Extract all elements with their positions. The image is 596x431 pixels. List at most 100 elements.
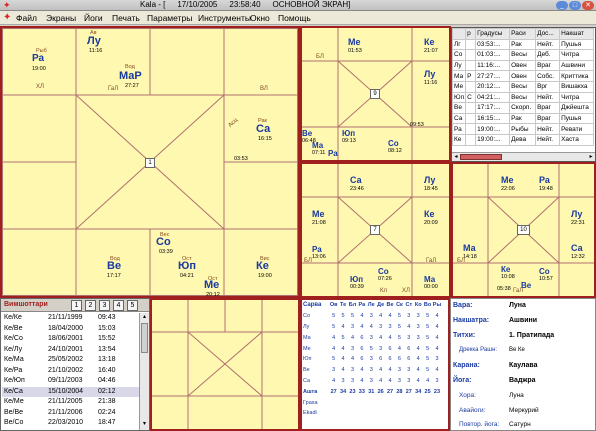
list-item[interactable]: Ке/Ра 21/10/2002 16:40 — [2, 366, 139, 377]
planet-sa[interactable]: Са — [571, 244, 583, 253]
menu-window[interactable]: Окно — [250, 13, 270, 23]
planet-so[interactable]: Со — [378, 268, 389, 276]
planet-yu[interactable]: Юп — [350, 276, 363, 284]
planet-ra[interactable]: Ра — [539, 176, 550, 185]
planet-time: 03:39 — [159, 249, 173, 255]
col-r[interactable]: р — [465, 28, 477, 40]
col-dignity[interactable]: Дос... — [535, 28, 561, 40]
planet-so[interactable]: Со — [388, 140, 399, 148]
planet-lu[interactable]: Лу — [424, 70, 435, 79]
list-item[interactable]: Ве/Со 22/03/2010 18:47 — [2, 418, 139, 429]
list-item[interactable]: Ке/Ке 21/11/1999 09:43 — [2, 313, 139, 324]
planet-me[interactable]: Ме — [501, 176, 514, 185]
vimshottari-title: Вимшоттари — [4, 301, 48, 308]
list-item[interactable]: Ке/Ма 25/05/2002 13:18 — [2, 355, 139, 366]
horizontal-scrollbar[interactable]: ◂ ▸ — [452, 152, 595, 161]
planet-me[interactable]: Ме — [312, 210, 325, 219]
navamsa-chart[interactable]: 9 Ме 01:53 Ке 21:07 Лу 11:16 Ве 06:48 Ма… — [300, 26, 451, 162]
planet-ra[interactable]: Ра — [32, 54, 44, 64]
rasi-chart-main[interactable]: 1 Рыб Ра 19:00 Ав Лу 11:16 Вод МаР 27:27… — [0, 26, 300, 298]
planet-so[interactable]: Со — [156, 237, 171, 248]
minimize-button[interactable]: _ — [556, 1, 568, 10]
list-item[interactable]: Ке/Со 18/06/2001 15:52 — [2, 334, 139, 345]
planet-co[interactable]: Со — [539, 268, 550, 276]
planet-ve[interactable]: Ве — [302, 130, 312, 138]
scroll-down-arrow[interactable]: ▾ — [140, 420, 149, 429]
planet-lu[interactable]: Лу — [571, 210, 582, 219]
planet-ma[interactable]: Ма — [463, 244, 476, 253]
scroll-thumb[interactable] — [141, 323, 148, 353]
menu-parameters[interactable]: Параметры — [147, 13, 192, 23]
menu-screens[interactable]: Экраны — [46, 13, 76, 23]
dasha-level-tab-5[interactable]: 5 — [127, 300, 138, 311]
vertical-scrollbar[interactable]: ▴ ▾ — [139, 313, 149, 430]
planet-me[interactable]: Ме — [204, 280, 219, 291]
list-item[interactable]: Ке/Юп 09/11/2003 04:46 — [2, 376, 139, 387]
list-item[interactable]: Ке/Ме 21/11/2005 21:38 — [2, 397, 139, 408]
col-rasi[interactable]: Раси — [509, 28, 537, 40]
divisional-chart-10[interactable]: 10 Ме 22:06 Ра 19:48 Лу 22:31 Ма 14:18 С… — [451, 162, 596, 298]
list-item[interactable]: Ве/Ве 21/11/2006 02:24 — [2, 408, 139, 419]
menu-help[interactable]: Помощь — [278, 13, 311, 23]
scroll-left-arrow[interactable]: ◂ — [452, 153, 460, 161]
dasha-level-tab-4[interactable]: 4 — [113, 300, 124, 311]
table-row[interactable]: Со 01:03:... Весы Деб. Читра — [452, 49, 595, 61]
planet-ke[interactable]: Ке — [501, 266, 510, 274]
close-button[interactable]: ✕ — [582, 1, 594, 10]
planet-time: 14:18 — [463, 254, 477, 260]
menu-yogas[interactable]: Йоги — [84, 13, 103, 23]
list-item[interactable]: Ке/Лу 24/10/2001 13:54 — [2, 345, 139, 356]
dasha-level-tab-1[interactable]: 1 — [71, 300, 82, 311]
divisional-chart-7[interactable]: 7 Са 23:46 Лу 18:45 Ме 21:08 Ке 20:09 Ра… — [300, 162, 451, 298]
table-row[interactable]: Лу 11:16:... Овен Враг Ашвини — [452, 59, 595, 72]
menu-bar: ✦ Файл Экраны Йоги Печать Параметры Инст… — [0, 11, 596, 25]
divisional-chart-bottom[interactable] — [150, 298, 300, 431]
planet-sa[interactable]: Са — [256, 124, 270, 135]
app-menu-icon[interactable]: ✦ — [3, 13, 12, 23]
sarva-header[interactable]: Сарва — [302, 300, 329, 311]
planet-ve[interactable]: Ве — [107, 261, 121, 272]
planet-ke[interactable]: Ке — [424, 38, 435, 47]
menu-print[interactable]: Печать — [112, 13, 140, 23]
table-row[interactable]: Ра 19:00:... Рыбы Нейт. Ревати — [452, 123, 595, 135]
table-row[interactable]: Юп С 04:21:... Весы Нейт. Читра — [452, 91, 595, 104]
col-degrees[interactable]: Градусы — [475, 28, 511, 40]
ashtakavarga-table: Сарва Ов Те Бл Ра Ле Де Ве Ск Ст Ко Во Ры Со 5 5 5 4 3 4 4… — [300, 298, 450, 431]
scroll-up-arrow[interactable]: ▴ — [140, 313, 149, 322]
col-nakshatra[interactable]: Накшат — [559, 28, 595, 40]
planet-mar[interactable]: МаР — [119, 71, 142, 82]
planet-sa[interactable]: Са — [350, 176, 362, 185]
house-number: 7 — [370, 225, 380, 235]
maximize-button[interactable]: □ — [569, 1, 581, 10]
col-planet[interactable] — [452, 28, 467, 40]
scroll-thumb[interactable] — [460, 154, 502, 160]
planet-ra[interactable]: Ра — [312, 246, 322, 254]
table-row[interactable]: Ма Р 27:27:... Овен Собс. Криттика — [452, 70, 595, 82]
planet-time: 07:26 — [378, 276, 392, 282]
table-row[interactable]: Ке 19:00:... Дева Нейт. Хаста — [452, 133, 595, 146]
planet-ma[interactable]: Ма — [312, 142, 323, 150]
menu-tools[interactable]: Инструменты — [198, 13, 251, 23]
table-row[interactable]: Лг 03:53:... Рак Нейт. Пушья — [452, 38, 595, 51]
table-row[interactable]: Са 16:15:... Рак Враг Пушья — [452, 112, 595, 125]
table-row[interactable]: Ме 20:12:... Весы Врг Вишакха — [452, 80, 595, 93]
planet-ma[interactable]: Ма — [424, 276, 435, 284]
planet-me[interactable]: Ме — [348, 38, 361, 47]
list-item-selected[interactable]: Ке/Са 15/10/2004 02:12 — [2, 386, 139, 397]
planet-yu[interactable]: Юп — [342, 130, 355, 138]
planet-time: 18:45 — [424, 186, 438, 192]
menu-file[interactable]: Файл — [16, 13, 37, 23]
planet-ke[interactable]: Ке — [424, 210, 435, 219]
dasha-level-tab-2[interactable]: 2 — [85, 300, 96, 311]
dasha-level-tab-3[interactable]: 3 — [99, 300, 110, 311]
planet-time: 08:12 — [388, 148, 402, 154]
planet-ke[interactable]: Ке — [256, 261, 269, 272]
planet-lu[interactable]: Лу — [424, 176, 435, 185]
planet-yu[interactable]: Юп — [178, 261, 196, 272]
planet-ra[interactable]: Ра — [328, 150, 338, 158]
scroll-right-arrow[interactable]: ▸ — [587, 153, 595, 161]
list-item[interactable]: Ке/Ве 18/04/2000 15:03 — [2, 324, 139, 335]
planet-time: 16:15 — [258, 136, 272, 142]
table-row[interactable]: Ве 17:17:... Скорп. Враг Джйешта — [452, 102, 595, 114]
planet-lu[interactable]: Лу — [87, 36, 101, 47]
